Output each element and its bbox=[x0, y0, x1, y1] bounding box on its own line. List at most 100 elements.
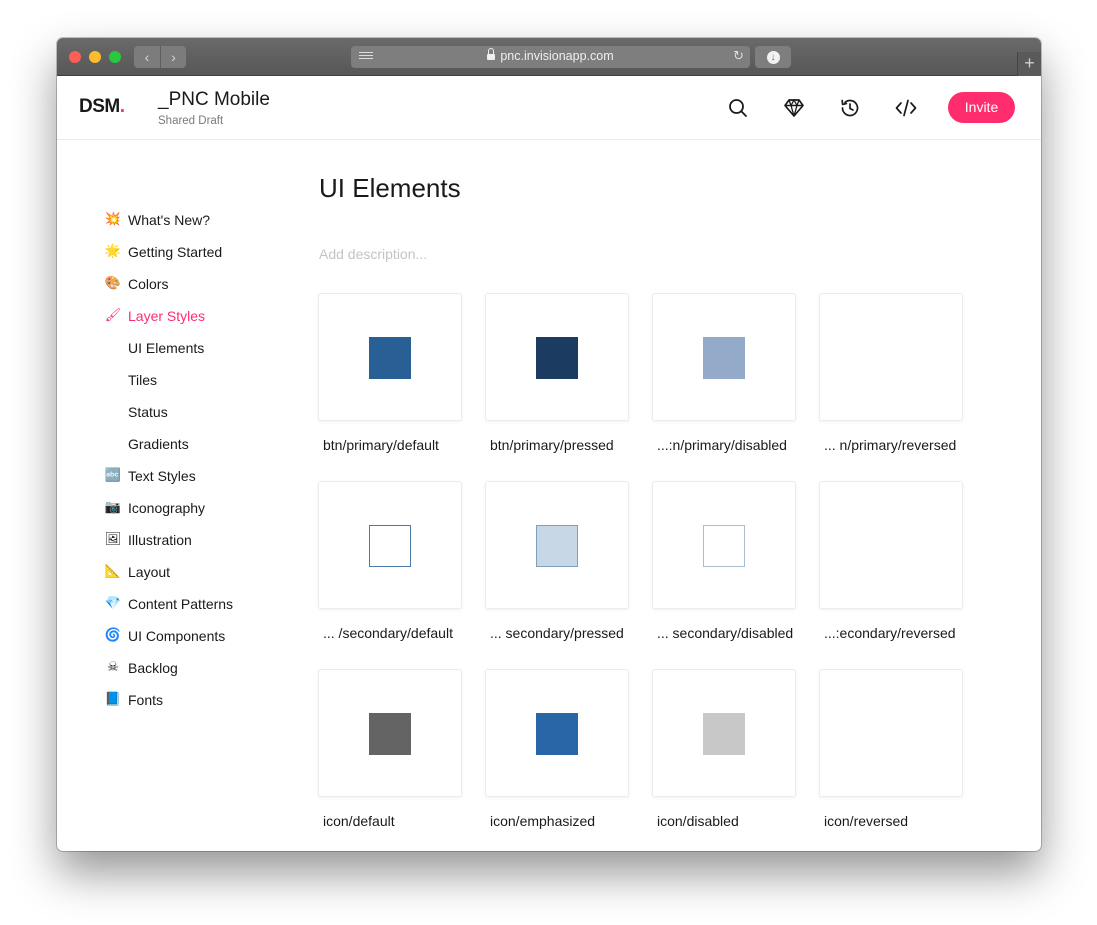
sidebar-item-label: Colors bbox=[128, 276, 169, 292]
sidebar-item-label: Layout bbox=[128, 564, 171, 580]
history-nav: ‹ › bbox=[134, 46, 186, 68]
sidebar-item-label: Fonts bbox=[128, 692, 164, 708]
address-text-wrap: pnc.invisionapp.com bbox=[351, 48, 750, 63]
project-subtitle: Shared Draft bbox=[158, 115, 224, 127]
sidebar-item-backlog[interactable]: ☠ Backlog bbox=[104, 652, 324, 684]
layer-style-label: icon/emphasized bbox=[490, 813, 596, 829]
sidebar-emoji-icon: 🖼 bbox=[104, 532, 122, 547]
sketch-diamond-icon[interactable] bbox=[782, 96, 806, 120]
browser-toolbar: ‹ › pnc.invisionapp.com ↻ ↓ + bbox=[57, 38, 1041, 76]
invite-button[interactable]: Invite bbox=[948, 92, 1015, 123]
sidebar-item-label: UI Components bbox=[128, 628, 226, 644]
sidebar-item-fonts[interactable]: 📘 Fonts bbox=[104, 684, 324, 716]
sidebar-emoji-icon: 🎨 bbox=[104, 276, 122, 291]
reload-icon[interactable]: ↻ bbox=[733, 48, 744, 64]
layer-style-label: ... /secondary/default bbox=[323, 625, 453, 641]
sidebar-item-gradients[interactable]: Gradients bbox=[104, 428, 324, 460]
downloads-button[interactable]: ↓ bbox=[755, 46, 791, 68]
sidebar-item-content-patterns[interactable]: 💎 Content Patterns bbox=[104, 588, 324, 620]
logo-text: DSM bbox=[79, 96, 120, 117]
sidebar-item-label: Layer Styles bbox=[128, 308, 206, 324]
sidebar-item-text-styles[interactable]: 🔤 Text Styles bbox=[104, 460, 324, 492]
sidebar-nav: 💥 What's New? 🌟 Getting Started 🎨 Colors 🖌 Laye… bbox=[104, 204, 324, 716]
sidebar-item-illustration[interactable]: 🖼 Illustration bbox=[104, 524, 324, 556]
layer-style-tile[interactable] bbox=[819, 293, 963, 421]
forward-button[interactable]: › bbox=[160, 46, 186, 68]
window-close-button[interactable] bbox=[69, 51, 81, 63]
layer-style-tile[interactable] bbox=[652, 293, 796, 421]
style-swatch bbox=[703, 337, 745, 379]
layer-style-label: ...:n/primary/disabled bbox=[657, 437, 787, 453]
sidebar-item-tiles[interactable]: Tiles bbox=[104, 364, 324, 396]
history-icon[interactable] bbox=[838, 96, 862, 120]
project-title: _PNC Mobile bbox=[158, 89, 270, 110]
layer-style-tile[interactable] bbox=[819, 669, 963, 797]
layer-style-label: icon/disabled bbox=[657, 813, 739, 829]
sidebar-item-ui-elements[interactable]: UI Elements bbox=[104, 332, 324, 364]
layer-style-tile[interactable] bbox=[652, 669, 796, 797]
layer-style-tile[interactable] bbox=[485, 481, 629, 609]
sidebar-emoji-icon: 📐 bbox=[104, 564, 122, 579]
sidebar-item-label: Gradients bbox=[128, 436, 189, 452]
layer-style-tile[interactable] bbox=[485, 293, 629, 421]
sidebar-item-label: Illustration bbox=[128, 532, 192, 548]
url-text: pnc.invisionapp.com bbox=[500, 49, 614, 63]
dsm-logo[interactable]: DSM. bbox=[79, 96, 125, 118]
layer-style-label: ... secondary/pressed bbox=[490, 625, 624, 641]
style-swatch bbox=[536, 525, 578, 567]
sidebar-item-iconography[interactable]: 📷 Iconography bbox=[104, 492, 324, 524]
sidebar-emoji-icon: 🌀 bbox=[104, 628, 122, 643]
layer-style-tile[interactable] bbox=[318, 669, 462, 797]
code-icon[interactable] bbox=[894, 96, 918, 120]
sidebar-item-layout[interactable]: 📐 Layout bbox=[104, 556, 324, 588]
browser-window: ‹ › pnc.invisionapp.com ↻ ↓ + DSM. _PNC … bbox=[57, 38, 1041, 851]
sidebar-item-what-s-new[interactable]: 💥 What's New? bbox=[104, 204, 324, 236]
sidebar-emoji-icon: 🌟 bbox=[104, 244, 122, 259]
style-swatch bbox=[536, 713, 578, 755]
layer-style-tile[interactable] bbox=[485, 669, 629, 797]
layer-style-label: ... secondary/disabled bbox=[657, 625, 794, 641]
window-maximize-button[interactable] bbox=[109, 51, 121, 63]
sidebar-emoji-icon: 💥 bbox=[104, 212, 122, 227]
style-swatch bbox=[703, 713, 745, 755]
sidebar-item-layer-styles[interactable]: 🖌 Layer Styles bbox=[104, 300, 324, 332]
sidebar-emoji-icon: 🖌 bbox=[104, 308, 122, 323]
sidebar-item-label: Tiles bbox=[128, 372, 158, 388]
app-header: DSM. _PNC Mobile Shared Draft Invite bbox=[57, 76, 1041, 140]
sidebar-item-label: Status bbox=[128, 404, 168, 420]
layer-style-tile[interactable] bbox=[318, 481, 462, 609]
sidebar-item-label: Getting Started bbox=[128, 244, 223, 260]
download-icon: ↓ bbox=[766, 50, 780, 64]
sidebar-item-label: What's New? bbox=[128, 212, 211, 228]
sidebar-item-label: Text Styles bbox=[128, 468, 196, 484]
window-minimize-button[interactable] bbox=[89, 51, 101, 63]
sidebar-emoji-icon: 📷 bbox=[104, 500, 122, 515]
sidebar-item-getting-started[interactable]: 🌟 Getting Started bbox=[104, 236, 324, 268]
style-swatch bbox=[369, 337, 411, 379]
address-bar[interactable]: pnc.invisionapp.com ↻ bbox=[351, 46, 750, 68]
layer-style-label: icon/default bbox=[323, 813, 395, 829]
sidebar-emoji-icon: 📘 bbox=[104, 692, 122, 707]
sidebar-item-label: Backlog bbox=[128, 660, 178, 676]
layer-style-tile[interactable] bbox=[819, 481, 963, 609]
style-swatch bbox=[703, 525, 745, 567]
style-swatch bbox=[369, 713, 411, 755]
sidebar-item-ui-components[interactable]: 🌀 UI Components bbox=[104, 620, 324, 652]
description-input[interactable]: Add description... bbox=[319, 246, 427, 262]
layer-style-label: btn/primary/pressed bbox=[490, 437, 614, 453]
lock-icon bbox=[487, 48, 496, 61]
search-icon[interactable] bbox=[726, 96, 750, 120]
sidebar-item-label: Iconography bbox=[128, 500, 206, 516]
sidebar-emoji-icon: 💎 bbox=[104, 596, 122, 611]
new-tab-button[interactable]: + bbox=[1017, 52, 1041, 76]
sidebar-item-colors[interactable]: 🎨 Colors bbox=[104, 268, 324, 300]
layer-style-tile[interactable] bbox=[318, 293, 462, 421]
style-swatch bbox=[369, 525, 411, 567]
sidebar-item-status[interactable]: Status bbox=[104, 396, 324, 428]
layer-style-tile[interactable] bbox=[652, 481, 796, 609]
sidebar-emoji-icon: ☠ bbox=[107, 660, 119, 675]
layer-style-label: icon/reversed bbox=[824, 813, 909, 829]
sidebar-item-label: UI Elements bbox=[128, 340, 205, 356]
back-button[interactable]: ‹ bbox=[134, 46, 160, 68]
page-title: UI Elements bbox=[319, 173, 461, 203]
